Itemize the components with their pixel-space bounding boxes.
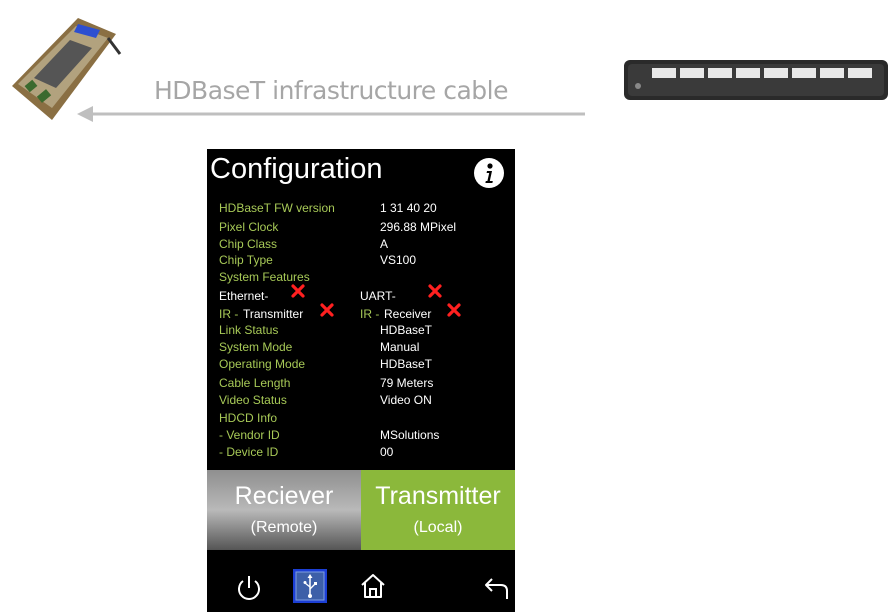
label-fw-version: HDBaseT FW version — [219, 201, 335, 215]
feature-ir-prefix-tx: IR - — [219, 307, 239, 321]
cable-label: HDBaseT infrastructure cable — [154, 76, 509, 105]
value-system-mode: Manual — [380, 340, 420, 354]
value-cable-length: 79 Meters — [380, 376, 434, 390]
feature-ir-prefix-rx: IR - — [360, 307, 380, 321]
label-chip-type: Chip Type — [219, 253, 273, 267]
tab-receiver[interactable]: Reciever (Remote) — [207, 470, 361, 550]
value-device-id: 00 — [380, 445, 394, 459]
tab-receiver-label: Reciever — [234, 482, 334, 510]
receiver-device-image — [624, 60, 888, 100]
feature-ir-receiver: Receiver — [384, 307, 432, 321]
feature-ir-transmitter: Transmitter — [243, 307, 304, 321]
label-system-features: System Features — [219, 270, 310, 284]
back-icon[interactable] — [481, 574, 511, 604]
configuration-screen: Configuration HDBaseT FW version 1 31 40… — [207, 149, 515, 612]
value-operating-mode: HDBaseT — [380, 357, 433, 371]
label-cable-length: Cable Length — [219, 376, 291, 390]
value-video-status: Video ON — [380, 393, 432, 407]
feature-uart: UART- — [360, 289, 396, 303]
value-link-status: HDBaseT — [380, 323, 433, 337]
label-pixel-clock: Pixel Clock — [219, 220, 279, 234]
bottom-nav-bar — [207, 550, 515, 612]
cable-arrow — [77, 106, 585, 122]
tab-transmitter[interactable]: Transmitter (Local) — [361, 470, 515, 550]
usb-icon[interactable] — [293, 569, 327, 603]
label-system-mode: System Mode — [219, 340, 293, 354]
label-vendor-id: - Vendor ID — [219, 428, 280, 442]
uart-x-icon — [428, 284, 442, 298]
label-link-status: Link Status — [219, 323, 279, 337]
label-operating-mode: Operating Mode — [219, 357, 306, 371]
home-icon[interactable] — [358, 571, 388, 601]
label-chip-class: Chip Class — [219, 237, 278, 251]
value-chip-class: A — [380, 237, 389, 251]
power-icon[interactable] — [234, 573, 264, 603]
value-vendor-id: MSolutions — [380, 428, 440, 442]
label-video-status: Video Status — [219, 393, 287, 407]
tab-transmitter-sublabel: (Local) — [413, 519, 463, 536]
label-device-id: - Device ID — [219, 445, 279, 459]
feature-ethernet: Ethernet- — [219, 289, 269, 303]
value-pixel-clock: 296.88 MPixel — [380, 220, 457, 234]
ethernet-x-icon — [291, 284, 305, 298]
label-hdcd-info: HDCD Info — [219, 411, 278, 425]
tab-transmitter-label: Transmitter — [375, 482, 501, 510]
tab-receiver-sublabel: (Remote) — [250, 519, 318, 536]
value-chip-type: VS100 — [380, 253, 417, 267]
info-icon[interactable] — [473, 157, 505, 189]
value-fw-version: 1 31 40 20 — [380, 201, 437, 215]
ir-transmitter-x-icon — [320, 303, 334, 317]
page-title: Configuration — [210, 153, 383, 185]
ir-receiver-x-icon — [447, 303, 461, 317]
